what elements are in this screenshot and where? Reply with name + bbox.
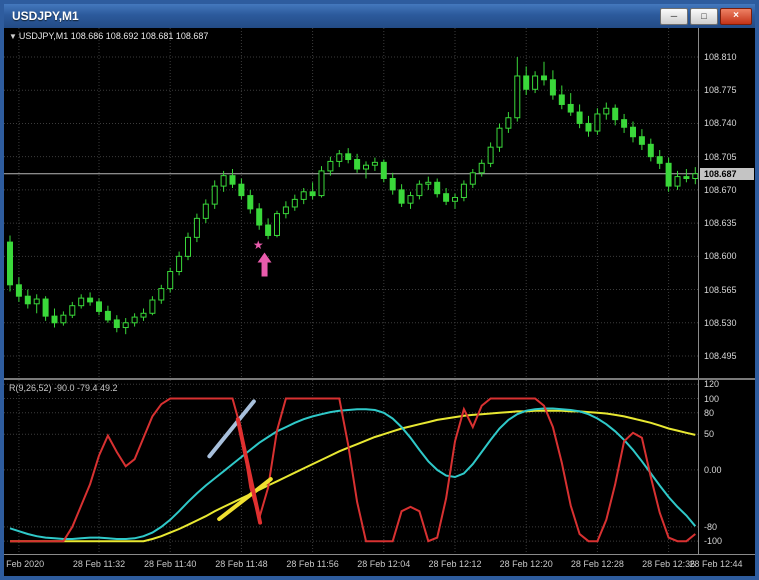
price-axis-label: 108.530 (704, 317, 737, 328)
indicator-axis-label: 80 (704, 407, 715, 418)
indicator-axis-label: -80 (704, 521, 718, 532)
price-axis-label: 108.705 (704, 151, 737, 162)
indicator-header: R(9,26,52) -90.0 -79.4 49.2 (9, 383, 118, 393)
indicator-axis-label: 120 (704, 380, 720, 390)
time-axis-label: 28 Feb 12:04 (357, 559, 411, 569)
price-axis-label: 108.740 (704, 118, 737, 129)
time-axis-label: 28 Feb 12:20 (499, 559, 553, 569)
close-button[interactable]: × (720, 7, 752, 25)
indicator-row: R(9,26,52) -90.0 -79.4 49.2 120 100 80 50 0.… (4, 378, 755, 554)
minimize-icon: ─ (670, 10, 678, 21)
price-axis: 108.810 108.775 108.740 108.705 108.670 108.6… (698, 28, 755, 378)
time-axis: 28 Feb 2020 28 Feb 11:32 28 Feb 11:40 28 Fe… (4, 554, 755, 576)
main-grid (4, 28, 698, 378)
close-icon: × (733, 10, 739, 21)
candles (7, 57, 698, 335)
time-axis-label: 28 Feb 12:28 (570, 559, 624, 569)
candlestick-chart: ★ (4, 28, 698, 378)
indicator-axis-label: -100 (704, 536, 723, 547)
ohlc-text: USDJPY,M1 108.686 108.692 108.681 108.68… (18, 31, 209, 41)
indicator-canvas[interactable]: R(9,26,52) -90.0 -79.4 49.2 (4, 380, 698, 554)
price-axis-label: 108.600 (704, 251, 737, 262)
price-axis-label: 108.565 (704, 284, 737, 295)
price-axis-label: 108.495 (704, 351, 737, 361)
chart-annotations: ★ (253, 238, 272, 277)
window-title: USDJPY,M1 (12, 9, 79, 23)
trendline-blue[interactable] (207, 399, 256, 459)
window-controls: ─ □ × (660, 7, 752, 25)
maximize-icon: □ (701, 10, 707, 21)
symbol-ohlc-header: ▼ USDJPY,M1 108.686 108.692 108.681 108.6… (9, 31, 208, 41)
price-axis-label: 108.810 (704, 52, 737, 62)
indicator-axis: 120 100 80 50 0.00 -80 -100 (698, 380, 755, 554)
time-axis-label: 28 Feb 11:48 (215, 559, 268, 569)
indicator-axis-label: 100 (704, 393, 720, 404)
indicator-axis-label: 50 (704, 429, 715, 440)
minimize-button[interactable]: ─ (660, 7, 688, 25)
price-axis-label: 108.670 (704, 184, 737, 195)
trendline-yellow[interactable] (217, 477, 273, 522)
time-axis-label: 28 Feb 12:44 (689, 559, 743, 569)
time-axis-label: 28 Feb 11:56 (286, 559, 339, 569)
chart-body: ★ ▼ USDJPY,M1 108.686 108.692 108.681 108… (4, 28, 755, 576)
time-axis-label: 28 Feb 11:32 (72, 559, 126, 569)
main-chart-canvas[interactable]: ★ ▼ USDJPY,M1 108.686 108.692 108.681 108… (4, 28, 698, 378)
time-axis-label: 28 Feb 2020 (4, 559, 45, 569)
window-titlebar[interactable]: USDJPY,M1 ─ □ × (4, 4, 755, 28)
chart-window: USDJPY,M1 ─ □ × ★ ▼ USDJPY,M1 108.686 108… (0, 0, 759, 580)
indicator-axis-label: 0.00 (704, 464, 722, 475)
star-marker-icon: ★ (253, 238, 264, 252)
price-axis-label: 108.775 (704, 85, 737, 96)
time-axis-label: 28 Feb 11:40 (144, 559, 197, 569)
maximize-button[interactable]: □ (690, 7, 718, 25)
current-price-badge: 108.687 (700, 167, 754, 180)
oscillator-chart (4, 380, 698, 554)
main-chart-row: ★ ▼ USDJPY,M1 108.686 108.692 108.681 108… (4, 28, 755, 378)
tick-down-icon: ▼ (9, 32, 17, 41)
price-axis-label: 108.635 (704, 218, 737, 229)
time-axis-label: 28 Feb 12:12 (428, 559, 482, 569)
